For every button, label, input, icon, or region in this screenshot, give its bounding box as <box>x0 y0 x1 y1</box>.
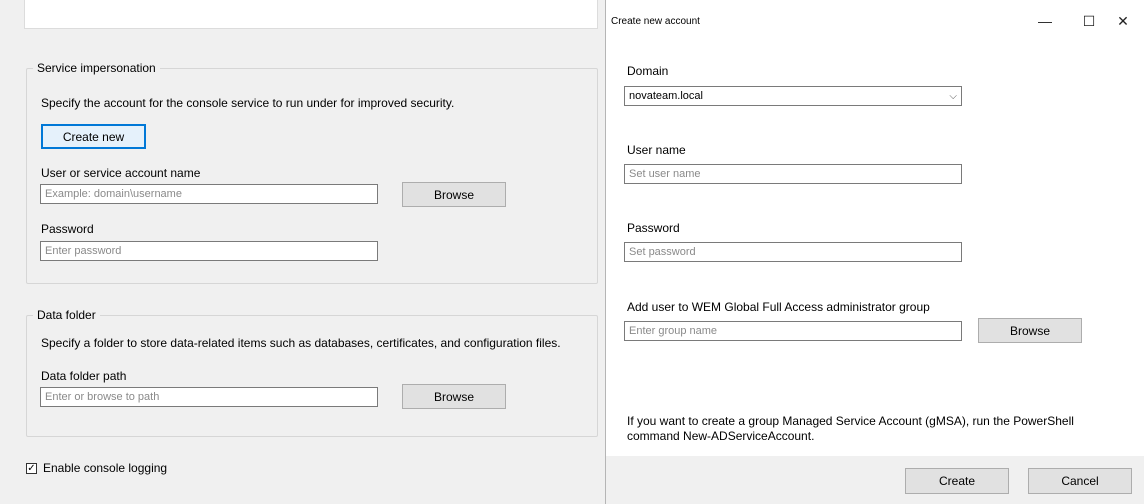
close-icon[interactable]: ✕ <box>1108 6 1138 36</box>
password-label: Password <box>41 222 94 236</box>
console-settings-pane: Service impersonation Specify the accoun… <box>0 0 605 504</box>
data-folder-description: Specify a folder to store data-related i… <box>41 336 561 350</box>
dialog-password-label: Password <box>627 221 680 235</box>
domain-select[interactable]: novateam.local ⌵ <box>624 86 962 106</box>
username-input[interactable] <box>624 164 962 184</box>
enable-logging-checkbox[interactable]: ✓ <box>26 463 37 474</box>
enable-logging-label: Enable console logging <box>43 461 168 475</box>
minimize-icon[interactable]: — <box>1030 6 1060 36</box>
dialog-titlebar: Create new account — ☐ ✕ <box>606 0 1144 42</box>
chevron-down-icon: ⌵ <box>949 90 957 102</box>
account-name-input[interactable] <box>40 184 378 204</box>
gmsa-note: If you want to create a group Managed Se… <box>627 414 1074 443</box>
data-folder-path-input[interactable] <box>40 387 378 407</box>
top-panel-edge <box>24 0 598 29</box>
data-folder-legend: Data folder <box>33 308 100 322</box>
service-impersonation-description: Specify the account for the console serv… <box>41 96 455 110</box>
create-account-dialog: Create new account — ☐ ✕ Domain novateam… <box>605 0 1144 504</box>
account-name-label: User or service account name <box>41 166 201 180</box>
dialog-footer: Create Cancel <box>606 456 1144 504</box>
admin-group-input[interactable] <box>624 321 962 341</box>
data-folder-browse-button[interactable]: Browse <box>402 384 506 409</box>
username-label: User name <box>627 143 686 157</box>
dialog-body: Domain novateam.local ⌵ User name Passwo… <box>606 42 1144 456</box>
cancel-button[interactable]: Cancel <box>1028 468 1132 494</box>
create-new-button[interactable]: Create new <box>41 124 146 149</box>
admin-group-browse-button[interactable]: Browse <box>978 318 1082 343</box>
maximize-icon[interactable]: ☐ <box>1074 6 1104 36</box>
service-impersonation-legend: Service impersonation <box>33 61 160 75</box>
data-folder-path-label: Data folder path <box>41 369 127 383</box>
domain-select-value: novateam.local <box>629 90 703 102</box>
dialog-title: Create new account <box>611 16 700 27</box>
domain-label: Domain <box>627 64 669 78</box>
dialog-password-input[interactable] <box>624 242 962 262</box>
admin-group-label: Add user to WEM Global Full Access admin… <box>627 300 930 314</box>
create-button[interactable]: Create <box>905 468 1009 494</box>
password-input[interactable] <box>40 241 378 261</box>
account-browse-button[interactable]: Browse <box>402 182 506 207</box>
